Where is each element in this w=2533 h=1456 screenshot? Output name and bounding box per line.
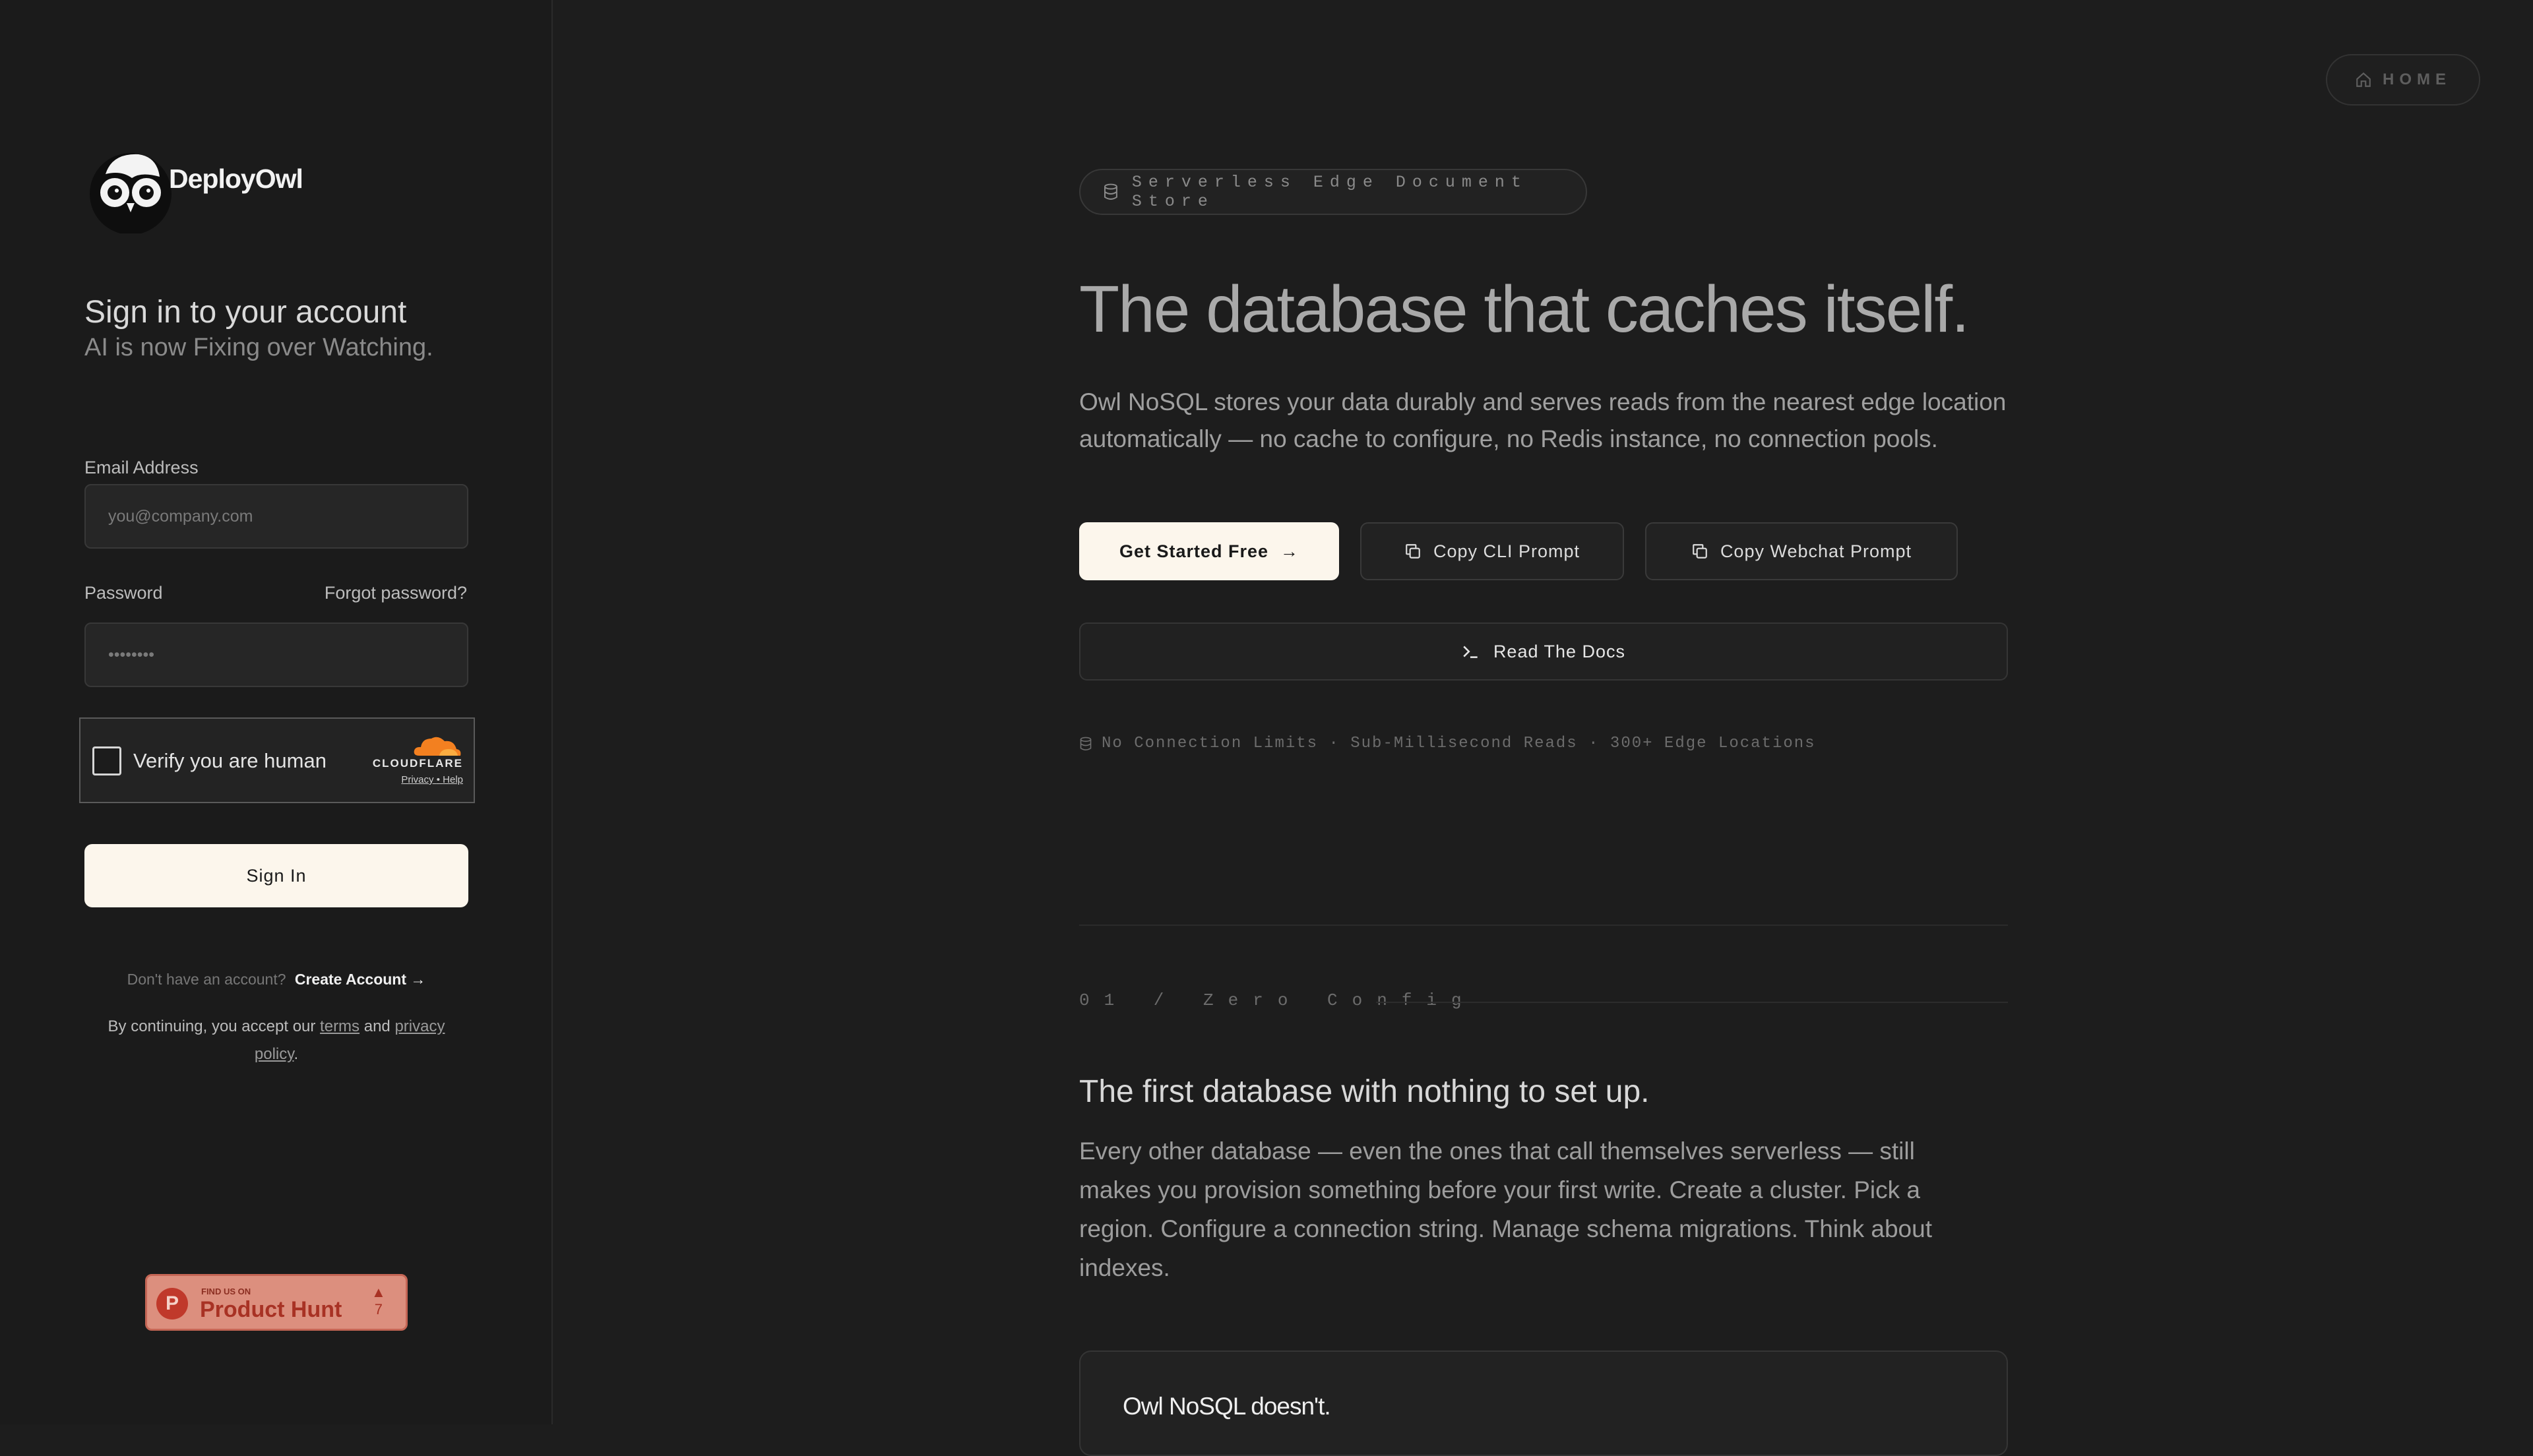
product-hunt-badge[interactable]: P FIND US ON Product Hunt ▲ 7 (145, 1274, 408, 1331)
callout-card: Owl NoSQL doesn't. (1079, 1350, 2008, 1456)
terminal-icon (1463, 646, 1478, 658)
terms-link[interactable]: terms (320, 1017, 360, 1035)
create-account-link[interactable]: Create Account → (295, 971, 426, 988)
home-button[interactable]: HOME (2326, 54, 2480, 106)
read-docs-label: Read The Docs (1493, 641, 1626, 661)
captcha-help-link[interactable]: Help (443, 774, 463, 785)
upvote-triangle-icon: ▲ (371, 1284, 386, 1300)
email-field[interactable]: you@company.com (84, 484, 468, 549)
home-icon (2356, 72, 2371, 87)
forgot-password-link[interactable]: Forgot password? (325, 583, 467, 603)
product-hunt-find-text: FIND US ON (201, 1287, 251, 1296)
hero-badge: Serverless Edge Document Store (1079, 169, 1587, 215)
copy-cli-prompt-button[interactable]: Copy CLI Prompt (1360, 522, 1624, 580)
product-hunt-name: Product Hunt (200, 1297, 342, 1322)
product-hunt-logo-icon: P (156, 1288, 188, 1320)
cloudflare-cloud-icon (414, 737, 461, 756)
arrow-right-icon: → (1280, 541, 1299, 561)
captcha-checkbox[interactable] (92, 746, 121, 775)
terms-and: and (363, 1017, 391, 1035)
signin-button[interactable]: Sign In (84, 844, 468, 907)
copy-webchat-prompt-button[interactable]: Copy Webchat Prompt (1645, 522, 1958, 580)
feature-stats-text: No Connection Limits · Sub-Millisecond R… (1102, 735, 1816, 752)
callout-card-title: Owl NoSQL doesn't. (1123, 1393, 1331, 1420)
home-label: HOME (2383, 71, 2451, 88)
copy-cli-label: Copy CLI Prompt (1433, 541, 1580, 561)
owl-logo-icon (90, 153, 172, 233)
captcha-privacy-link[interactable]: Privacy (401, 774, 433, 785)
cloudflare-logo-text: CLOUDFLARE (372, 757, 463, 770)
captcha-links: Privacy • Help (401, 774, 463, 785)
section-body: Every other database — even the ones tha… (1079, 1138, 1932, 1281)
no-account-text: Don't have an account? (127, 971, 286, 988)
email-label: Email Address (84, 458, 199, 477)
captcha-label: Verify you are human (133, 749, 327, 772)
feature-stats: No Connection Limits · Sub-Millisecond R… (1079, 735, 1816, 752)
terms-suffix: . (294, 1045, 299, 1063)
get-started-label: Get Started Free (1119, 541, 1269, 561)
captcha-link-separator: • (436, 774, 440, 785)
copy-webchat-label: Copy Webchat Prompt (1720, 541, 1912, 561)
section-label-rule (1376, 1002, 2008, 1003)
terms-notice: By continuing, you accept our terms and … (84, 1013, 468, 1068)
create-account-label: Create Account (294, 971, 407, 988)
auth-sidebar: DeployOwl Sign in to your account AI is … (0, 0, 553, 1424)
brand-name: DeployOwl (169, 164, 303, 194)
hero-badge-label: Serverless Edge Document Store (1131, 173, 1528, 211)
captcha-widget: Verify you are human CLOUDFLARE Privacy … (79, 717, 475, 803)
section-label: 01 / Zero Config (1079, 990, 1476, 1010)
database-icon (1080, 737, 1092, 750)
password-field[interactable]: •••••••• (84, 622, 468, 687)
copy-icon (1406, 544, 1420, 559)
copy-icon (1693, 544, 1707, 559)
database-icon (1104, 183, 1117, 200)
hero-title: The database that caches itself. (1079, 272, 1970, 346)
hero-description: Owl NoSQL stores your data durably and s… (1079, 388, 2007, 452)
signin-title: Sign in to your account (84, 295, 407, 330)
upvote-count: 7 (374, 1301, 383, 1318)
product-hunt-upvotes: ▲ 7 (371, 1284, 386, 1318)
read-docs-button[interactable]: Read The Docs (1079, 622, 2008, 681)
arrow-right-icon: → (410, 971, 426, 988)
password-label: Password (84, 583, 163, 603)
create-account-row: Don't have an account? Create Account → (84, 971, 468, 988)
terms-prefix: By continuing, you accept our (108, 1017, 316, 1035)
section-title: The first database with nothing to set u… (1079, 1074, 1650, 1109)
signin-subtitle: AI is now Fixing over Watching. (84, 334, 433, 361)
get-started-button[interactable]: Get Started Free → (1079, 522, 1339, 580)
section-divider (1079, 925, 2008, 926)
